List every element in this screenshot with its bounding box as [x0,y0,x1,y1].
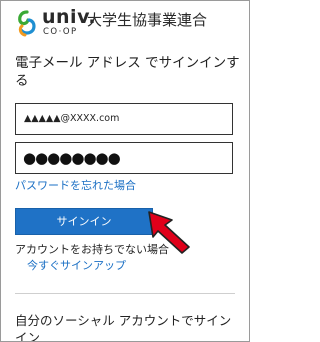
password-field[interactable]: ●●●●●●●● [15,142,233,174]
header: univ. CO·OP 大学生協事業連合 [1,1,249,47]
org-name: 大学生協事業連合 [87,11,208,29]
social-signin-heading: 自分のソーシャル アカウントでサインイン [15,313,232,342]
no-account-text: アカウントをお持ちでない場合 [15,243,169,256]
divider [15,293,235,294]
coop-logo-icon [18,10,36,37]
email-value: ▲▲▲▲▲@XXXX.com [24,113,120,124]
forgot-password-link[interactable]: パスワードを忘れた場合 [15,179,136,193]
email-field[interactable]: ▲▲▲▲▲@XXXX.com [15,103,233,135]
logo-coop-text: CO·OP [43,27,78,37]
login-page: univ. CO·OP 大学生協事業連合 電子メール アドレス でサインインする… [0,0,250,342]
signin-heading: 電子メール アドレス でサインインする [15,55,240,89]
password-mask: ●●●●●●●● [23,149,121,167]
signin-button[interactable]: サインイン [15,208,153,235]
signup-link[interactable]: 今すぐサインアップ [27,259,126,273]
